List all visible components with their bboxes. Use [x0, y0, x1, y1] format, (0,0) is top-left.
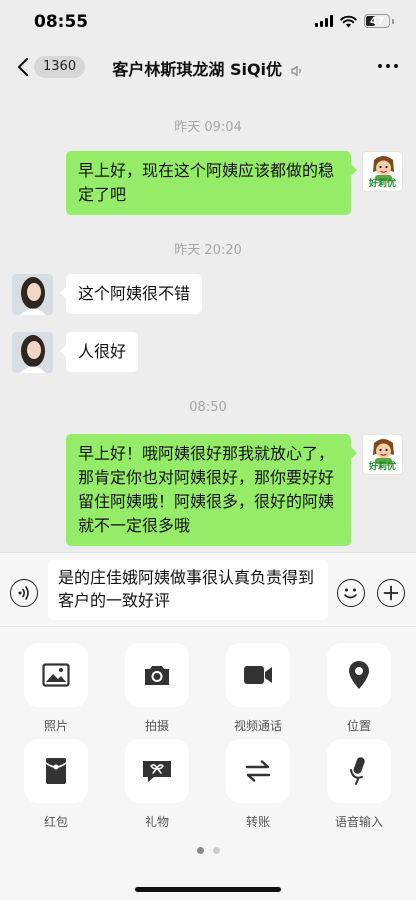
contact-photo-icon: [12, 332, 53, 373]
tool-gift[interactable]: 礼物: [117, 739, 197, 830]
photo-icon: [42, 663, 70, 687]
red-packet-icon: [45, 758, 67, 784]
message-bubble-received[interactable]: 人很好: [59, 332, 139, 372]
more-options-icon[interactable]: [378, 64, 398, 68]
mute-icon: [291, 65, 301, 76]
tool-camera[interactable]: 拍摄: [117, 643, 197, 734]
location-icon: [349, 661, 369, 689]
voice-mode-button[interactable]: [10, 579, 38, 607]
tool-label: 照片: [43, 719, 68, 733]
page-dot[interactable]: [212, 847, 220, 854]
video-call-icon: [244, 666, 272, 684]
battery-icon: 47: [364, 14, 390, 28]
function-panel: 照片 拍摄 视频通话 位置 红包 礼物 转账 语音输入: [0, 626, 416, 900]
timestamp: 08:50: [189, 400, 227, 415]
plus-icon: [383, 585, 399, 601]
timestamp: 昨天 09:04: [174, 120, 242, 135]
tool-voice-input[interactable]: 语音输入: [319, 739, 399, 830]
tool-label: 视频通话: [233, 719, 282, 733]
message-bubble-sent[interactable]: 早上好，现在这个阿姨应该都做的稳定了吧: [66, 151, 357, 215]
timestamp: 昨天 20:20: [174, 243, 242, 258]
tool-location[interactable]: 位置: [319, 643, 399, 734]
page-indicator: [0, 847, 416, 854]
message-bubble-received[interactable]: 这个阿姨很不错: [59, 274, 203, 314]
avatar-self[interactable]: 好莉优: [362, 434, 403, 475]
transfer-icon: [245, 760, 271, 782]
avatar-self-label: 好莉优: [368, 462, 396, 472]
tool-transfer[interactable]: 转账: [218, 739, 298, 830]
tool-label: 拍摄: [144, 719, 169, 733]
emoji-icon: [344, 588, 357, 599]
chat-header: 1360 客户林斯琪龙湖 SiQi优: [0, 44, 416, 90]
emoji-button[interactable]: [337, 579, 365, 607]
message-input[interactable]: [48, 560, 328, 620]
tool-label: 语音输入: [334, 815, 383, 829]
tool-label: 礼物: [144, 815, 169, 829]
tool-photo[interactable]: 照片: [16, 643, 96, 734]
tool-label: 转账: [245, 815, 270, 829]
status-icons: 47: [315, 14, 394, 28]
signal-icon: [315, 15, 333, 27]
tool-red-packet[interactable]: 红包: [16, 739, 96, 830]
contact-photo-icon: [12, 274, 53, 315]
avatar-contact[interactable]: [12, 332, 53, 373]
home-indicator[interactable]: [135, 887, 281, 892]
page-dot-active[interactable]: [196, 847, 204, 854]
chat-title: 客户林斯琪龙湖 SiQi优: [0, 56, 416, 80]
avatar-self-label: 好莉优: [368, 179, 396, 189]
camera-icon: [145, 666, 169, 685]
wifi-icon: [340, 15, 357, 27]
avatar-contact[interactable]: [12, 274, 53, 315]
chat-title-text: 客户林斯琪龙湖 SiQi优: [112, 60, 283, 79]
voice-icon: [18, 586, 29, 600]
tool-label: 红包: [43, 815, 68, 829]
message-bubble-sent[interactable]: 早上好！哦阿姨很好那我就放心了，那肯定你也对阿姨很好，那你要好好留住阿姨哦！阿姨…: [66, 434, 357, 546]
chat-messages: 昨天 09:04 早上好，现在这个阿姨应该都做的稳定了吧 好莉优 昨天 20:2…: [0, 90, 416, 552]
tool-label: 位置: [346, 719, 371, 733]
tool-video-call[interactable]: 视频通话: [218, 643, 298, 734]
more-functions-button[interactable]: [377, 579, 405, 607]
microphone-icon: [350, 757, 365, 785]
avatar-self[interactable]: 好莉优: [362, 151, 403, 192]
gift-icon: [143, 761, 171, 782]
status-bar: 08:55 47: [0, 0, 416, 44]
battery-level: 47: [370, 15, 384, 27]
status-time: 08:55: [34, 12, 89, 32]
input-bar: [0, 552, 416, 626]
